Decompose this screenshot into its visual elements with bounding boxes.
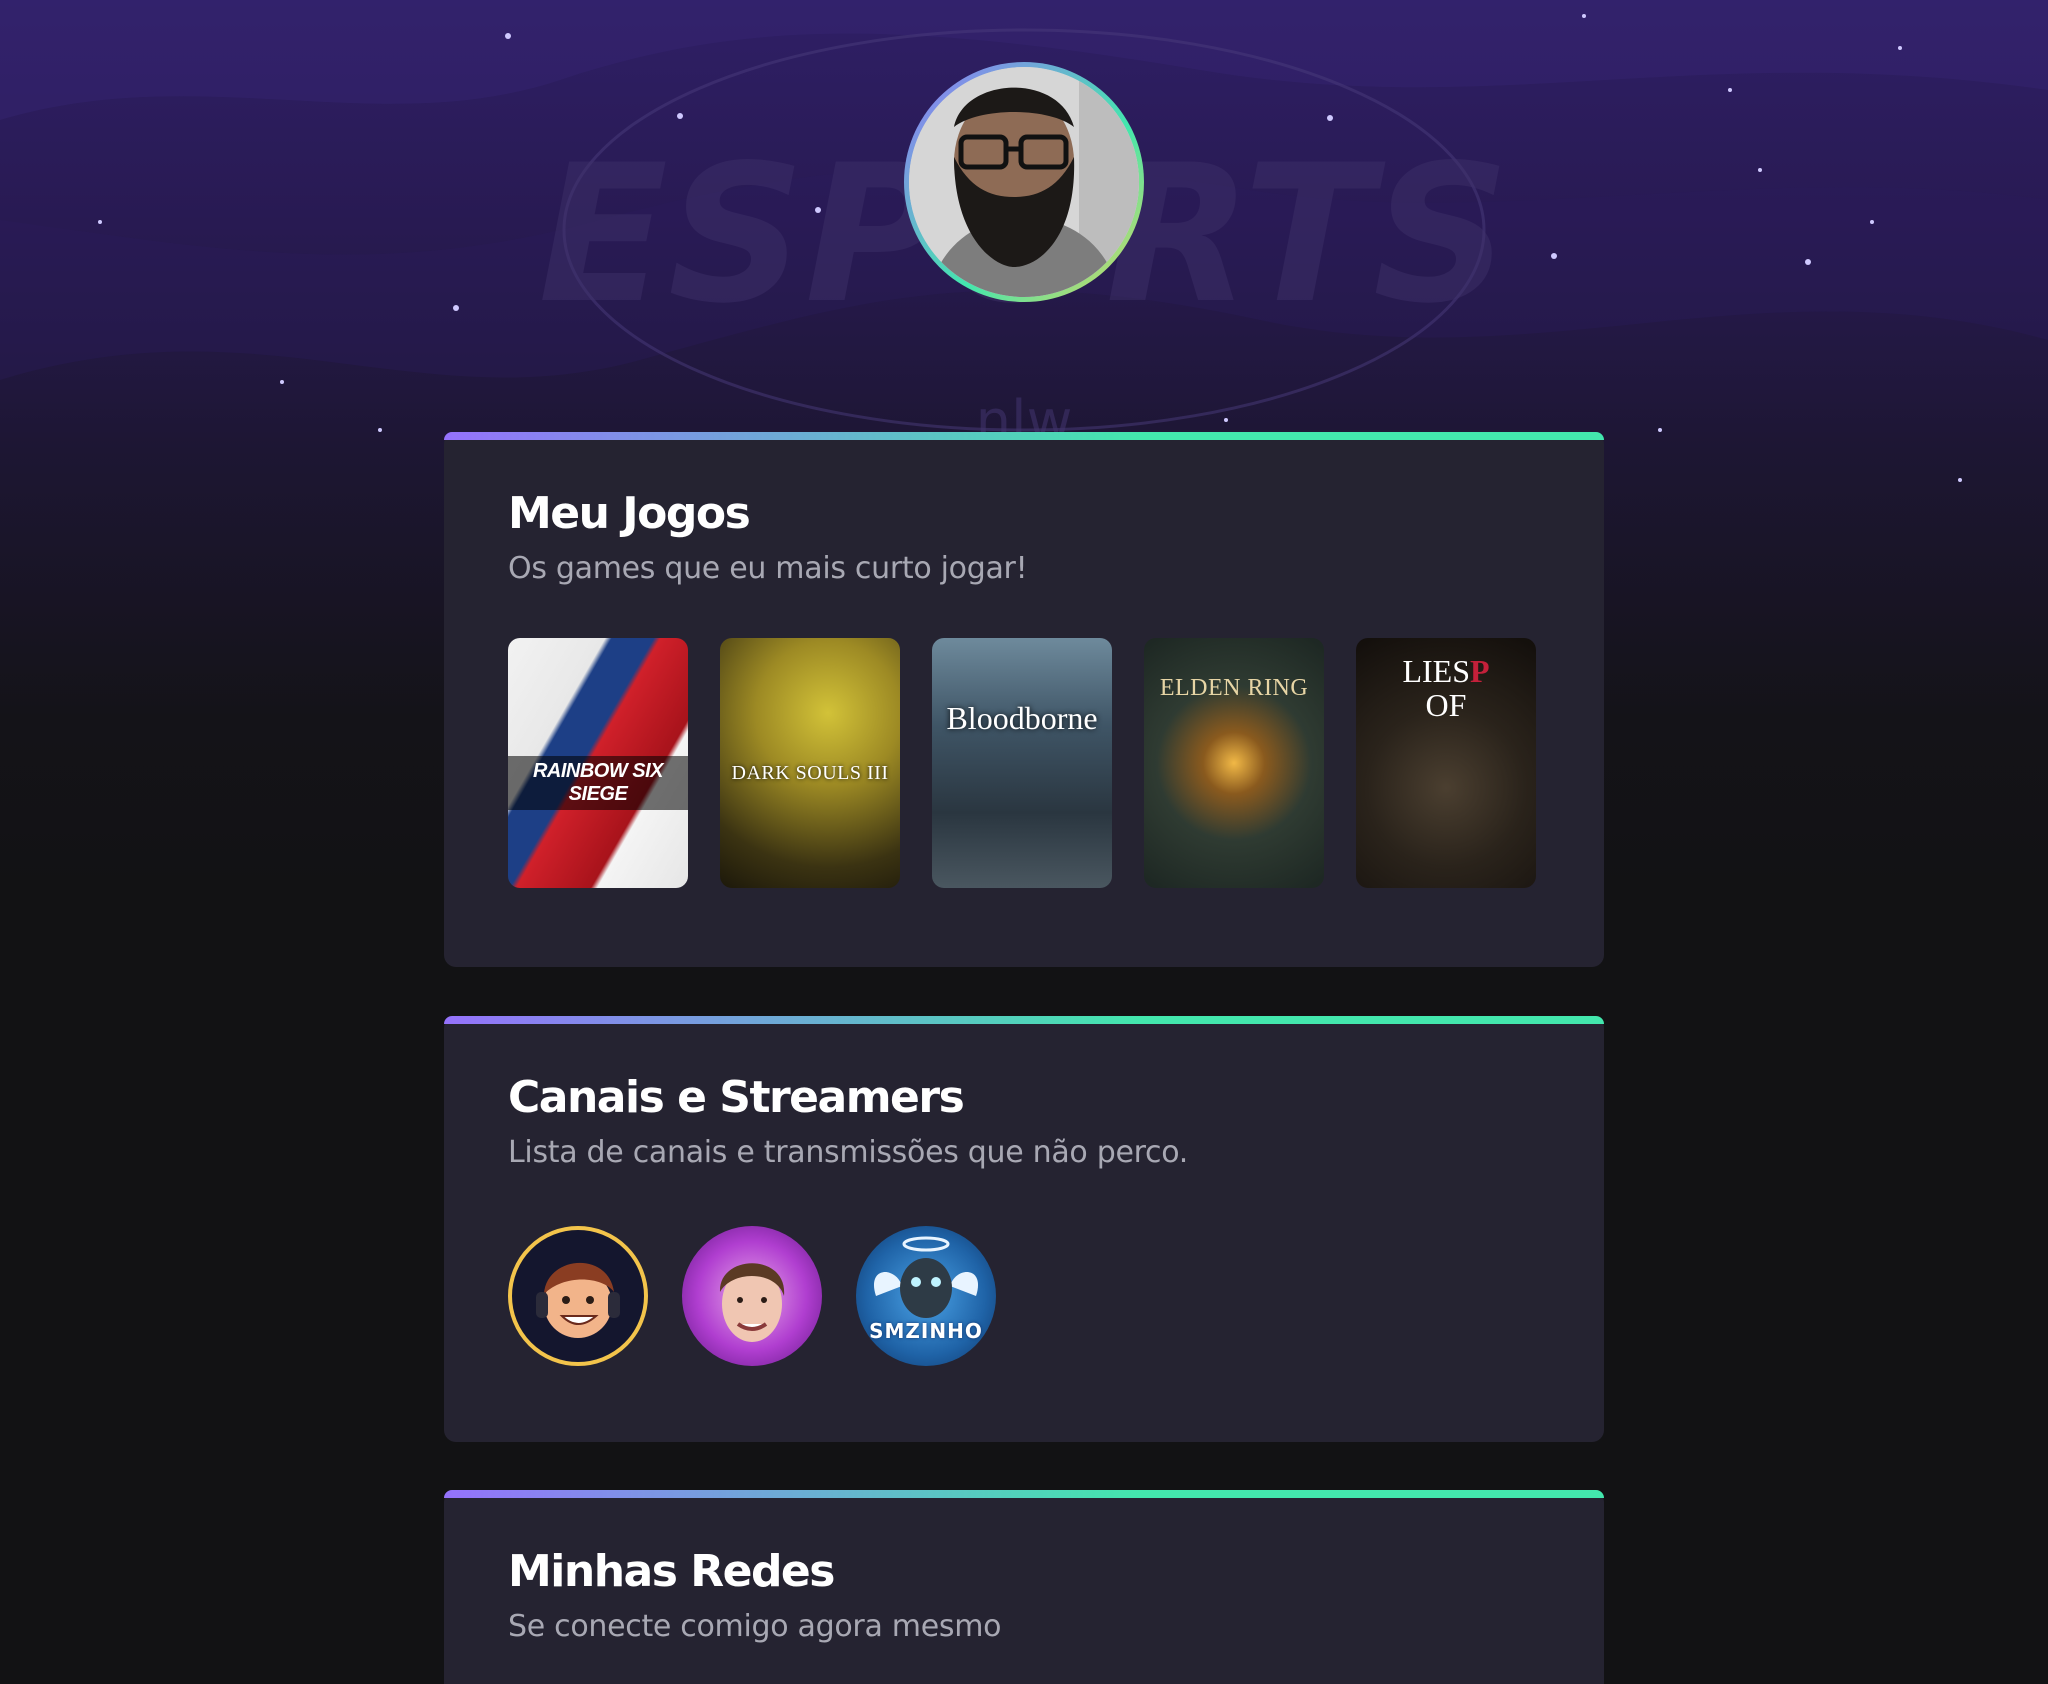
games-title: Meu Jogos	[508, 488, 751, 539]
game-title-bottom: OF	[1425, 687, 1467, 723]
streamer-photo-icon	[719, 1263, 785, 1342]
streamers-list: SMZINHO	[508, 1226, 1540, 1366]
game-title: DARK SOULS III	[731, 761, 889, 784]
smzinho-logo-icon	[873, 1236, 979, 1318]
social-subtitle: Se conecte comigo agora mesmo	[508, 1609, 1002, 1644]
streamer-avatar-3[interactable]: SMZINHO	[856, 1226, 996, 1366]
social-card: Minhas Redes Se conecte comigo agora mes…	[444, 1490, 1604, 1684]
game-cover-lies-of-p[interactable]: LIESP OF	[1356, 638, 1536, 888]
game-cover-bloodborne[interactable]: Bloodborne	[932, 638, 1112, 888]
game-cover-rainbow-six-siege[interactable]: RAINBOW SIX SIEGE	[508, 638, 688, 888]
game-cover-dark-souls-3[interactable]: DARK SOULS III	[720, 638, 900, 888]
game-title: RAINBOW SIX SIEGE	[508, 756, 688, 810]
cartoon-streamer-icon	[536, 1262, 620, 1338]
streamers-card: Canais e Streamers Lista de canais e tra…	[444, 1016, 1604, 1442]
game-title: ELDEN RING	[1159, 674, 1309, 701]
game-cover-elden-ring[interactable]: ELDEN RING	[1144, 638, 1324, 888]
profile-photo-art	[909, 67, 1139, 297]
game-title: Bloodborne	[946, 699, 1098, 736]
social-title: Minhas Redes	[508, 1546, 835, 1597]
game-title: LIESP OF	[1402, 654, 1489, 722]
streamers-subtitle: Lista de canais e transmissões que não p…	[508, 1135, 1188, 1170]
profile-avatar	[904, 62, 1144, 302]
streamer-label: SMZINHO	[869, 1319, 983, 1343]
games-subtitle: Os games que eu mais curto jogar!	[508, 551, 1028, 586]
game-title-letter: P	[1470, 653, 1490, 689]
games-card: Meu Jogos Os games que eu mais curto jog…	[444, 432, 1604, 967]
streamer-avatar-2[interactable]	[682, 1226, 822, 1366]
streamers-title: Canais e Streamers	[508, 1072, 965, 1123]
streamer-avatar-1[interactable]	[508, 1226, 648, 1366]
game-title-top: LIES	[1402, 653, 1470, 689]
games-list: RAINBOW SIX SIEGE DARK SOULS III Bloodbo…	[508, 638, 1540, 888]
profile-photo	[909, 67, 1139, 297]
